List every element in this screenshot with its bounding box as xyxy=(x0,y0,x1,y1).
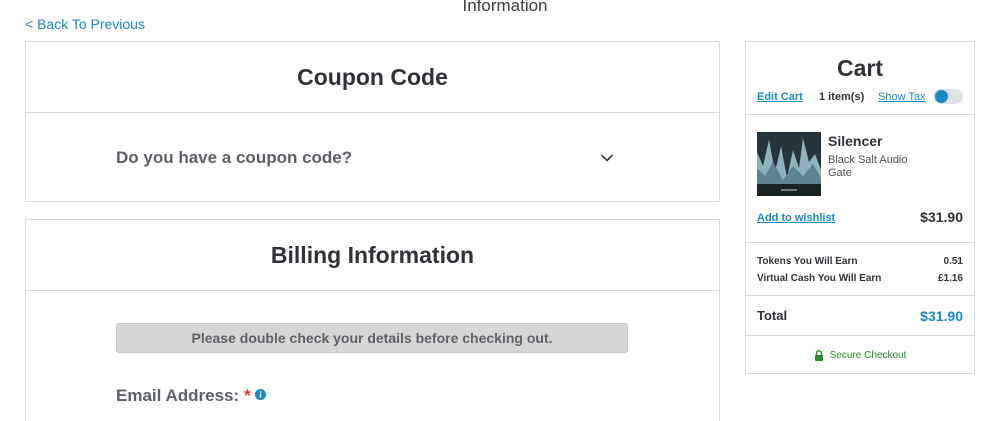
product-type: Gate xyxy=(828,167,852,179)
chevron-down-icon xyxy=(601,154,613,162)
email-label-row: Email Address: * xyxy=(116,386,266,406)
product-vendor: Black Salt Audio Gate xyxy=(828,154,928,180)
info-icon[interactable] xyxy=(254,389,266,400)
virtual-cash-label: Virtual Cash You Will Earn xyxy=(757,273,882,284)
total-label: Total xyxy=(757,308,788,323)
item-count: 1 item(s) xyxy=(819,91,865,103)
rewards-summary: Tokens You Will Earn 0.51 Virtual Cash Y… xyxy=(746,243,974,296)
tokens-row: Tokens You Will Earn 0.51 xyxy=(757,256,963,267)
item-price: $31.90 xyxy=(920,209,963,225)
add-to-wishlist-link[interactable]: Add to wishlist xyxy=(757,212,835,224)
tokens-value: 0.51 xyxy=(943,256,963,267)
virtual-cash-value: £1.16 xyxy=(937,273,963,284)
details-notice: Please double check your details before … xyxy=(116,323,628,353)
toggle-knob xyxy=(935,90,948,103)
product-thumbnail[interactable] xyxy=(757,132,821,196)
show-tax-link[interactable]: Show Tax xyxy=(878,91,926,103)
total-row: Total $31.90 xyxy=(746,296,974,336)
lock-icon xyxy=(814,349,823,361)
product-artwork xyxy=(757,132,821,196)
coupon-title: Coupon Code xyxy=(26,42,719,113)
back-to-previous-link[interactable]: < Back To Previous xyxy=(25,16,145,32)
required-asterisk: * xyxy=(244,386,251,405)
secure-checkout-label: Secure Checkout xyxy=(829,349,907,361)
billing-title: Billing Information xyxy=(26,220,719,291)
coupon-accordion-toggle[interactable]: Do you have a coupon code? xyxy=(116,142,613,174)
cart-title: Cart xyxy=(836,55,883,81)
email-label: Email Address: xyxy=(116,386,240,405)
cart-header: Cart Edit Cart 1 item(s) Show Tax xyxy=(746,42,974,115)
cart-item: Silencer Black Salt Audio Gate Add to wi… xyxy=(746,115,974,243)
virtual-cash-row: Virtual Cash You Will Earn £1.16 xyxy=(757,273,963,284)
page-heading: Information xyxy=(462,0,548,15)
cart-panel: Cart Edit Cart 1 item(s) Show Tax Silenc… xyxy=(745,41,975,374)
coupon-panel: Coupon Code Do you have a coupon code? xyxy=(25,41,720,202)
secure-checkout[interactable]: Secure Checkout xyxy=(746,336,974,374)
show-tax-toggle[interactable] xyxy=(933,89,963,104)
edit-cart-link[interactable]: Edit Cart xyxy=(757,91,803,103)
coupon-question: Do you have a coupon code? xyxy=(116,148,353,167)
total-value: $31.90 xyxy=(920,308,963,324)
tokens-label: Tokens You Will Earn xyxy=(757,256,858,267)
billing-panel: Billing Information Please double check … xyxy=(25,219,720,421)
product-name[interactable]: Silencer xyxy=(828,133,882,149)
product-vendor-name: Black Salt Audio xyxy=(828,154,908,166)
